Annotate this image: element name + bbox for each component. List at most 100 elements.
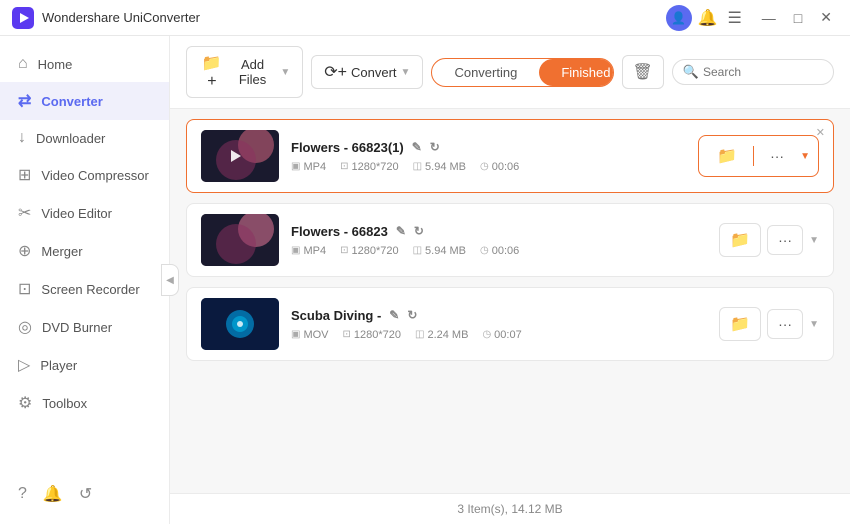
search-input[interactable] bbox=[703, 65, 823, 79]
chevron-down-icon[interactable]: ▼ bbox=[800, 151, 810, 162]
sidebar-item-screen-recorder[interactable]: ⊡ Screen Recorder bbox=[0, 270, 169, 308]
minimize-button[interactable]: — bbox=[756, 10, 782, 26]
size-icon: ◫ bbox=[415, 329, 424, 340]
format-icon: ▣ bbox=[291, 329, 300, 340]
bell-icon[interactable]: 🔔 bbox=[698, 8, 718, 28]
sidebar-item-label: Video Editor bbox=[41, 206, 112, 221]
convert-icon: ⟳+ bbox=[324, 62, 347, 82]
more-options-button[interactable]: ··· bbox=[767, 225, 803, 255]
file-thumbnail bbox=[201, 298, 279, 350]
duration-meta: ◷ 00:07 bbox=[482, 329, 521, 341]
add-files-icon: 📁+ bbox=[199, 53, 225, 91]
app-logo bbox=[12, 7, 34, 29]
open-folder-button[interactable]: 📁 bbox=[719, 223, 761, 257]
add-files-button[interactable]: 📁+ Add Files ▼ bbox=[186, 46, 303, 98]
file-name-text: Scuba Diving - bbox=[291, 308, 381, 323]
close-button[interactable]: ✕ bbox=[814, 9, 838, 26]
size-value: 2.24 MB bbox=[427, 329, 468, 341]
size-value: 5.94 MB bbox=[425, 245, 466, 257]
maximize-button[interactable]: □ bbox=[788, 10, 808, 26]
file-item: Scuba Diving - ✎ ↻ ▣ MOV ⊡ 1280*720 bbox=[186, 287, 834, 361]
sidebar-item-dvd-burner[interactable]: ◎ DVD Burner bbox=[0, 308, 169, 346]
file-meta: ▣ MOV ⊡ 1280*720 ◫ 2.24 MB ◷ bbox=[291, 329, 707, 341]
duration-value: 00:06 bbox=[492, 245, 520, 257]
feedback-icon[interactable]: ↺ bbox=[79, 484, 92, 504]
open-folder-button[interactable]: 📁 bbox=[719, 307, 761, 341]
format-value: MP4 bbox=[303, 161, 326, 173]
duration-icon: ◷ bbox=[480, 161, 489, 172]
action-group: 📁 ··· ▼ bbox=[698, 135, 819, 177]
resolution-icon: ⊡ bbox=[340, 245, 348, 256]
sidebar-item-label: Merger bbox=[41, 244, 82, 259]
file-list: ✕ Flowers - 66823(1) ✎ bbox=[170, 109, 850, 493]
tab-converting[interactable]: Converting bbox=[432, 59, 539, 86]
notification-icon[interactable]: 🔔 bbox=[43, 484, 63, 504]
add-files-label: Add Files bbox=[229, 57, 277, 87]
convert-button[interactable]: ⟳+ Convert ▼ bbox=[311, 55, 423, 89]
status-text: 3 Item(s), 14.12 MB bbox=[457, 502, 562, 516]
video-compressor-icon: ⊞ bbox=[18, 165, 31, 185]
file-actions: 📁 ··· ▼ bbox=[698, 135, 819, 177]
file-thumbnail bbox=[201, 130, 279, 182]
resolution-icon: ⊡ bbox=[343, 329, 351, 340]
sidebar-item-label: Player bbox=[40, 358, 77, 373]
sidebar-item-home[interactable]: ⌂ Home bbox=[0, 46, 169, 82]
sidebar-item-toolbox[interactable]: ⚙ Toolbox bbox=[0, 384, 169, 422]
refresh-icon[interactable]: ↻ bbox=[430, 140, 440, 154]
resolution-meta: ⊡ 1280*720 bbox=[340, 161, 399, 173]
size-icon: ◫ bbox=[413, 245, 422, 256]
format-value: MP4 bbox=[303, 245, 326, 257]
file-name: Scuba Diving - ✎ ↻ bbox=[291, 308, 707, 323]
video-editor-icon: ✂ bbox=[18, 203, 31, 223]
collapse-sidebar-button[interactable]: ◀ bbox=[161, 264, 179, 296]
duration-value: 00:07 bbox=[494, 329, 522, 341]
sidebar-item-converter[interactable]: ⇄ Converter bbox=[0, 82, 169, 120]
file-name-text: Flowers - 66823(1) bbox=[291, 140, 404, 155]
sidebar-item-video-compressor[interactable]: ⊞ Video Compressor bbox=[0, 156, 169, 194]
size-meta: ◫ 5.94 MB bbox=[413, 245, 466, 257]
format-meta: ▣ MP4 bbox=[291, 245, 326, 257]
home-icon: ⌂ bbox=[18, 55, 28, 73]
edit-icon[interactable]: ✎ bbox=[412, 140, 422, 154]
edit-icon[interactable]: ✎ bbox=[396, 224, 406, 238]
duration-meta: ◷ 00:06 bbox=[480, 161, 519, 173]
close-item-button[interactable]: ✕ bbox=[816, 126, 825, 139]
refresh-icon[interactable]: ↻ bbox=[414, 224, 424, 238]
chevron-down-icon[interactable]: ▼ bbox=[809, 235, 819, 246]
menu-icon[interactable]: ☰ bbox=[727, 8, 741, 28]
format-meta: ▣ MP4 bbox=[291, 161, 326, 173]
convert-label: Convert bbox=[351, 65, 397, 80]
sidebar-bottom: ? 🔔 ↺ bbox=[0, 474, 169, 514]
size-value: 5.94 MB bbox=[425, 161, 466, 173]
file-meta: ▣ MP4 ⊡ 1280*720 ◫ 5.94 MB ◷ bbox=[291, 245, 707, 257]
tab-finished[interactable]: Finished bbox=[539, 59, 613, 86]
help-icon[interactable]: ? bbox=[18, 485, 27, 503]
sidebar-item-merger[interactable]: ⊕ Merger bbox=[0, 232, 169, 270]
sidebar: ⌂ Home ⇄ Converter ↓ Downloader ⊞ Video … bbox=[0, 36, 170, 524]
toolbox-icon: ⚙ bbox=[18, 393, 32, 413]
chevron-down-icon[interactable]: ▼ bbox=[809, 319, 819, 330]
file-info: Flowers - 66823 ✎ ↻ ▣ MP4 ⊡ 1280*720 bbox=[279, 224, 719, 257]
resolution-value: 1280*720 bbox=[354, 329, 401, 341]
sidebar-item-label: Downloader bbox=[36, 131, 105, 146]
file-item: ✕ Flowers - 66823(1) ✎ bbox=[186, 119, 834, 193]
refresh-icon[interactable]: ↻ bbox=[407, 308, 417, 322]
title-bar-controls: 👤 🔔 ☰ — □ ✕ bbox=[666, 5, 838, 31]
edit-icon[interactable]: ✎ bbox=[389, 308, 399, 322]
sidebar-item-downloader[interactable]: ↓ Downloader bbox=[0, 120, 169, 156]
delete-button[interactable]: 🗑 bbox=[622, 55, 664, 89]
more-options-button[interactable]: ··· bbox=[760, 142, 794, 170]
sidebar-item-label: Converter bbox=[41, 94, 102, 109]
sidebar-item-video-editor[interactable]: ✂ Video Editor bbox=[0, 194, 169, 232]
file-actions: 📁 ··· ▼ bbox=[719, 223, 819, 257]
sidebar-item-player[interactable]: ▷ Player bbox=[0, 346, 169, 384]
main-layout: ⌂ Home ⇄ Converter ↓ Downloader ⊞ Video … bbox=[0, 36, 850, 524]
format-value: MOV bbox=[303, 329, 328, 341]
duration-icon: ◷ bbox=[480, 245, 489, 256]
format-icon: ▣ bbox=[291, 161, 300, 172]
duration-meta: ◷ 00:06 bbox=[480, 245, 519, 257]
app-title: Wondershare UniConverter bbox=[42, 10, 666, 25]
open-folder-button[interactable]: 📁 bbox=[707, 140, 747, 172]
more-options-button[interactable]: ··· bbox=[767, 309, 803, 339]
avatar-button[interactable]: 👤 bbox=[666, 5, 692, 31]
